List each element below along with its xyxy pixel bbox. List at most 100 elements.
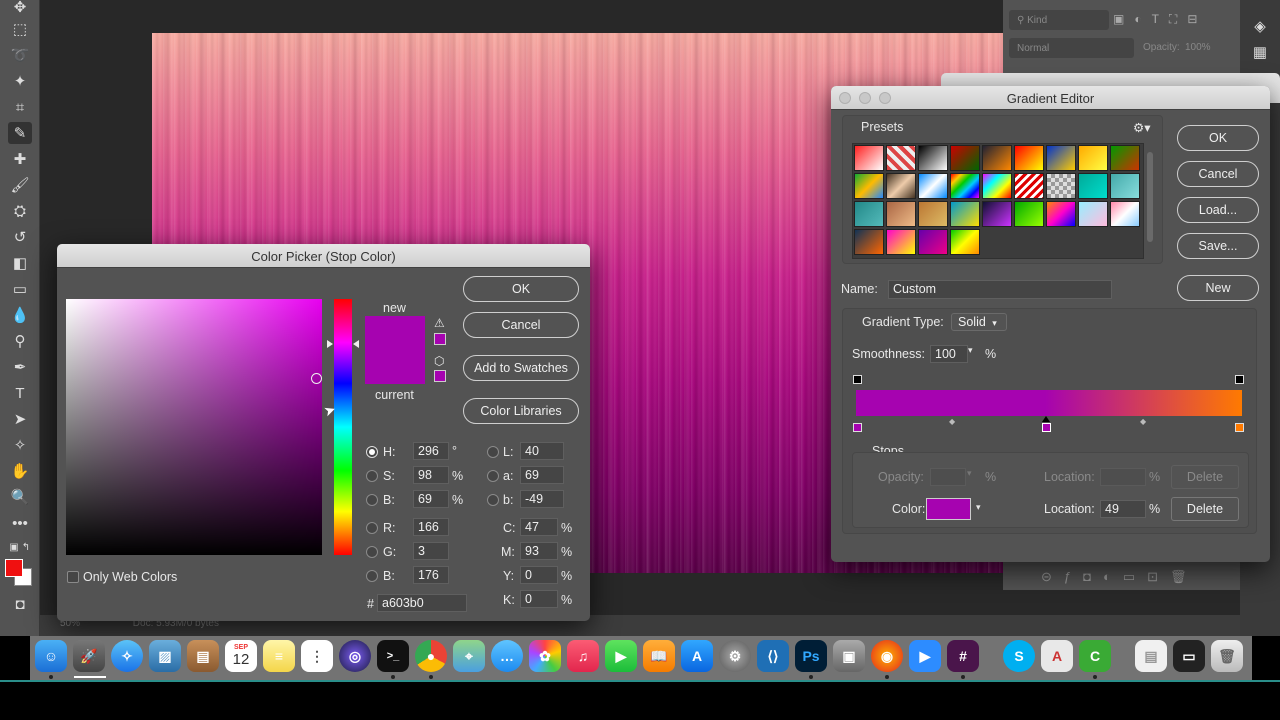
magenta-input[interactable]: 93 <box>520 542 558 560</box>
opacity-stop-right[interactable] <box>1235 375 1244 384</box>
a-channel-input[interactable]: 69 <box>520 466 564 484</box>
trash-icon[interactable]: 🗑 <box>1211 640 1243 672</box>
gradient-preset[interactable] <box>1110 173 1140 199</box>
out-of-gamut-warning-icon[interactable]: ⚠ <box>434 316 445 330</box>
black-input[interactable]: 0 <box>520 590 558 608</box>
safari-icon[interactable]: ✧ <box>111 640 143 672</box>
gradient-preset[interactable] <box>854 145 884 171</box>
gradient-preset[interactable] <box>886 173 916 199</box>
color-stop-selected[interactable] <box>1042 423 1051 432</box>
finder-icon[interactable]: ☺ <box>35 640 67 672</box>
blue-input[interactable]: 176 <box>413 566 449 584</box>
more-tools-icon[interactable]: ••• <box>8 512 32 534</box>
gradient-preset[interactable] <box>1110 201 1140 227</box>
brush-tool-icon[interactable]: 🖌 <box>8 174 32 196</box>
gradient-type-select[interactable]: Solid ▾ <box>951 313 1007 331</box>
gradient-preset[interactable] <box>1078 145 1108 171</box>
gradient-load-button[interactable]: Load... <box>1177 197 1259 223</box>
color-delete-button[interactable]: Delete <box>1171 497 1239 521</box>
path-selection-icon[interactable]: ➤ <box>8 408 32 430</box>
cyan-input[interactable]: 47 <box>520 518 558 536</box>
presets-gear-icon[interactable]: ⚙▾ <box>1133 120 1150 135</box>
b-channel-input[interactable]: -49 <box>520 490 564 508</box>
color-libraries-button[interactable]: Color Libraries <box>463 398 579 424</box>
add-to-swatches-button[interactable]: Add to Swatches <box>463 355 579 381</box>
gradient-preset[interactable] <box>1110 145 1140 171</box>
layer-kind-filter[interactable]: ⚲ Kind <box>1009 10 1109 30</box>
chrome-icon[interactable]: ● <box>415 640 447 672</box>
color-selection-marker[interactable] <box>311 373 322 384</box>
notes-icon[interactable]: ≡ <box>263 640 295 672</box>
zoom-tool-icon[interactable]: 🔍 <box>8 486 32 508</box>
launchpad-icon[interactable]: 🚀 <box>73 640 105 672</box>
layers-icon[interactable]: ◈ <box>1250 16 1270 36</box>
quick-mask-icon[interactable]: ◘ <box>8 593 32 615</box>
gradient-preset[interactable] <box>854 229 884 255</box>
history-brush-icon[interactable]: ↺ <box>8 226 32 248</box>
opacity-stop-left[interactable] <box>853 375 862 384</box>
downloads-stack-icon[interactable]: ▭ <box>1173 640 1205 672</box>
gradient-save-button[interactable]: Save... <box>1177 233 1259 259</box>
lightness-input[interactable]: 40 <box>520 442 564 460</box>
chevron-down-icon[interactable]: ▾ <box>976 502 981 513</box>
preview-icon[interactable]: ▨ <box>149 640 181 672</box>
gradient-preset[interactable] <box>1046 173 1076 199</box>
color-location-input[interactable]: 49 <box>1100 500 1146 518</box>
chevron-down-icon[interactable]: ▾ <box>968 345 973 356</box>
picker-ok-button[interactable]: OK <box>463 276 579 302</box>
gradient-preset[interactable] <box>982 173 1012 199</box>
layer-actions-bar[interactable]: ⊝ƒ◘◐▭⊡🗑 <box>1003 560 1240 590</box>
skype-icon[interactable]: S <box>1003 640 1035 672</box>
move-tool-icon[interactable]: ✥ <box>8 0 32 18</box>
system-preferences-icon[interactable]: ⚙ <box>719 640 751 672</box>
magic-wand-icon[interactable]: ✦ <box>8 70 32 92</box>
slack-icon[interactable]: # <box>947 640 979 672</box>
only-web-colors-checkbox[interactable] <box>67 571 79 583</box>
facetime-icon[interactable]: ▶ <box>605 640 637 672</box>
firefox-icon[interactable]: ◉ <box>871 640 903 672</box>
clone-stamp-icon[interactable]: ⛭ <box>8 200 32 222</box>
green-radio[interactable] <box>366 546 378 558</box>
photos-icon[interactable]: ✿ <box>529 640 561 672</box>
smoothness-input[interactable]: 100 <box>930 345 968 363</box>
gradient-preset[interactable] <box>1014 173 1044 199</box>
hand-tool-icon[interactable]: ✋ <box>8 460 32 482</box>
gradient-preset[interactable] <box>1046 201 1076 227</box>
presets-scrollbar[interactable] <box>1147 152 1153 242</box>
brightness-input[interactable]: 69 <box>413 490 449 508</box>
maps-icon[interactable]: ⌖ <box>453 640 485 672</box>
web-safe-cube-icon[interactable]: ⬡ <box>434 354 444 368</box>
gradient-preset[interactable] <box>854 201 884 227</box>
color-stop-right[interactable] <box>1235 423 1244 432</box>
textedit-icon[interactable]: A <box>1041 640 1073 672</box>
midpoint-diamond-icon[interactable]: ◆ <box>949 417 955 426</box>
music-icon[interactable]: ♫ <box>567 640 599 672</box>
red-radio[interactable] <box>366 522 378 534</box>
contacts-icon[interactable]: ▤ <box>187 640 219 672</box>
blue-radio[interactable] <box>366 570 378 582</box>
green-input[interactable]: 3 <box>413 542 449 560</box>
saturation-radio[interactable] <box>366 470 378 482</box>
gradient-preset[interactable] <box>950 173 980 199</box>
gradient-preset[interactable] <box>982 145 1012 171</box>
zoom-icon[interactable]: ▶ <box>909 640 941 672</box>
lasso-tool-icon[interactable]: ➰ <box>8 44 32 66</box>
gradient-name-input[interactable]: Custom <box>888 280 1112 299</box>
a-channel-radio[interactable] <box>487 470 499 482</box>
gradient-preset[interactable] <box>950 229 980 255</box>
calendar-icon[interactable]: SEP 12 <box>225 640 257 672</box>
gradient-preset[interactable] <box>1014 201 1044 227</box>
gradient-preset[interactable] <box>918 201 948 227</box>
hue-slider-right-arrow-icon[interactable] <box>353 340 359 348</box>
blend-mode-select[interactable]: Normal <box>1009 38 1134 58</box>
eraser-tool-icon[interactable]: ◧ <box>8 252 32 274</box>
gradient-preset[interactable] <box>886 145 916 171</box>
image-capture-icon[interactable]: ▣ <box>833 640 865 672</box>
current-color-swatch[interactable] <box>365 350 425 384</box>
hue-slider[interactable] <box>334 299 352 555</box>
hue-slider-left-arrow-icon[interactable] <box>327 340 333 348</box>
gamut-color-swatch[interactable] <box>434 333 446 345</box>
dodge-tool-icon[interactable]: ⚲ <box>8 330 32 352</box>
gradient-preset[interactable] <box>886 229 916 255</box>
type-tool-icon[interactable]: T <box>8 382 32 404</box>
